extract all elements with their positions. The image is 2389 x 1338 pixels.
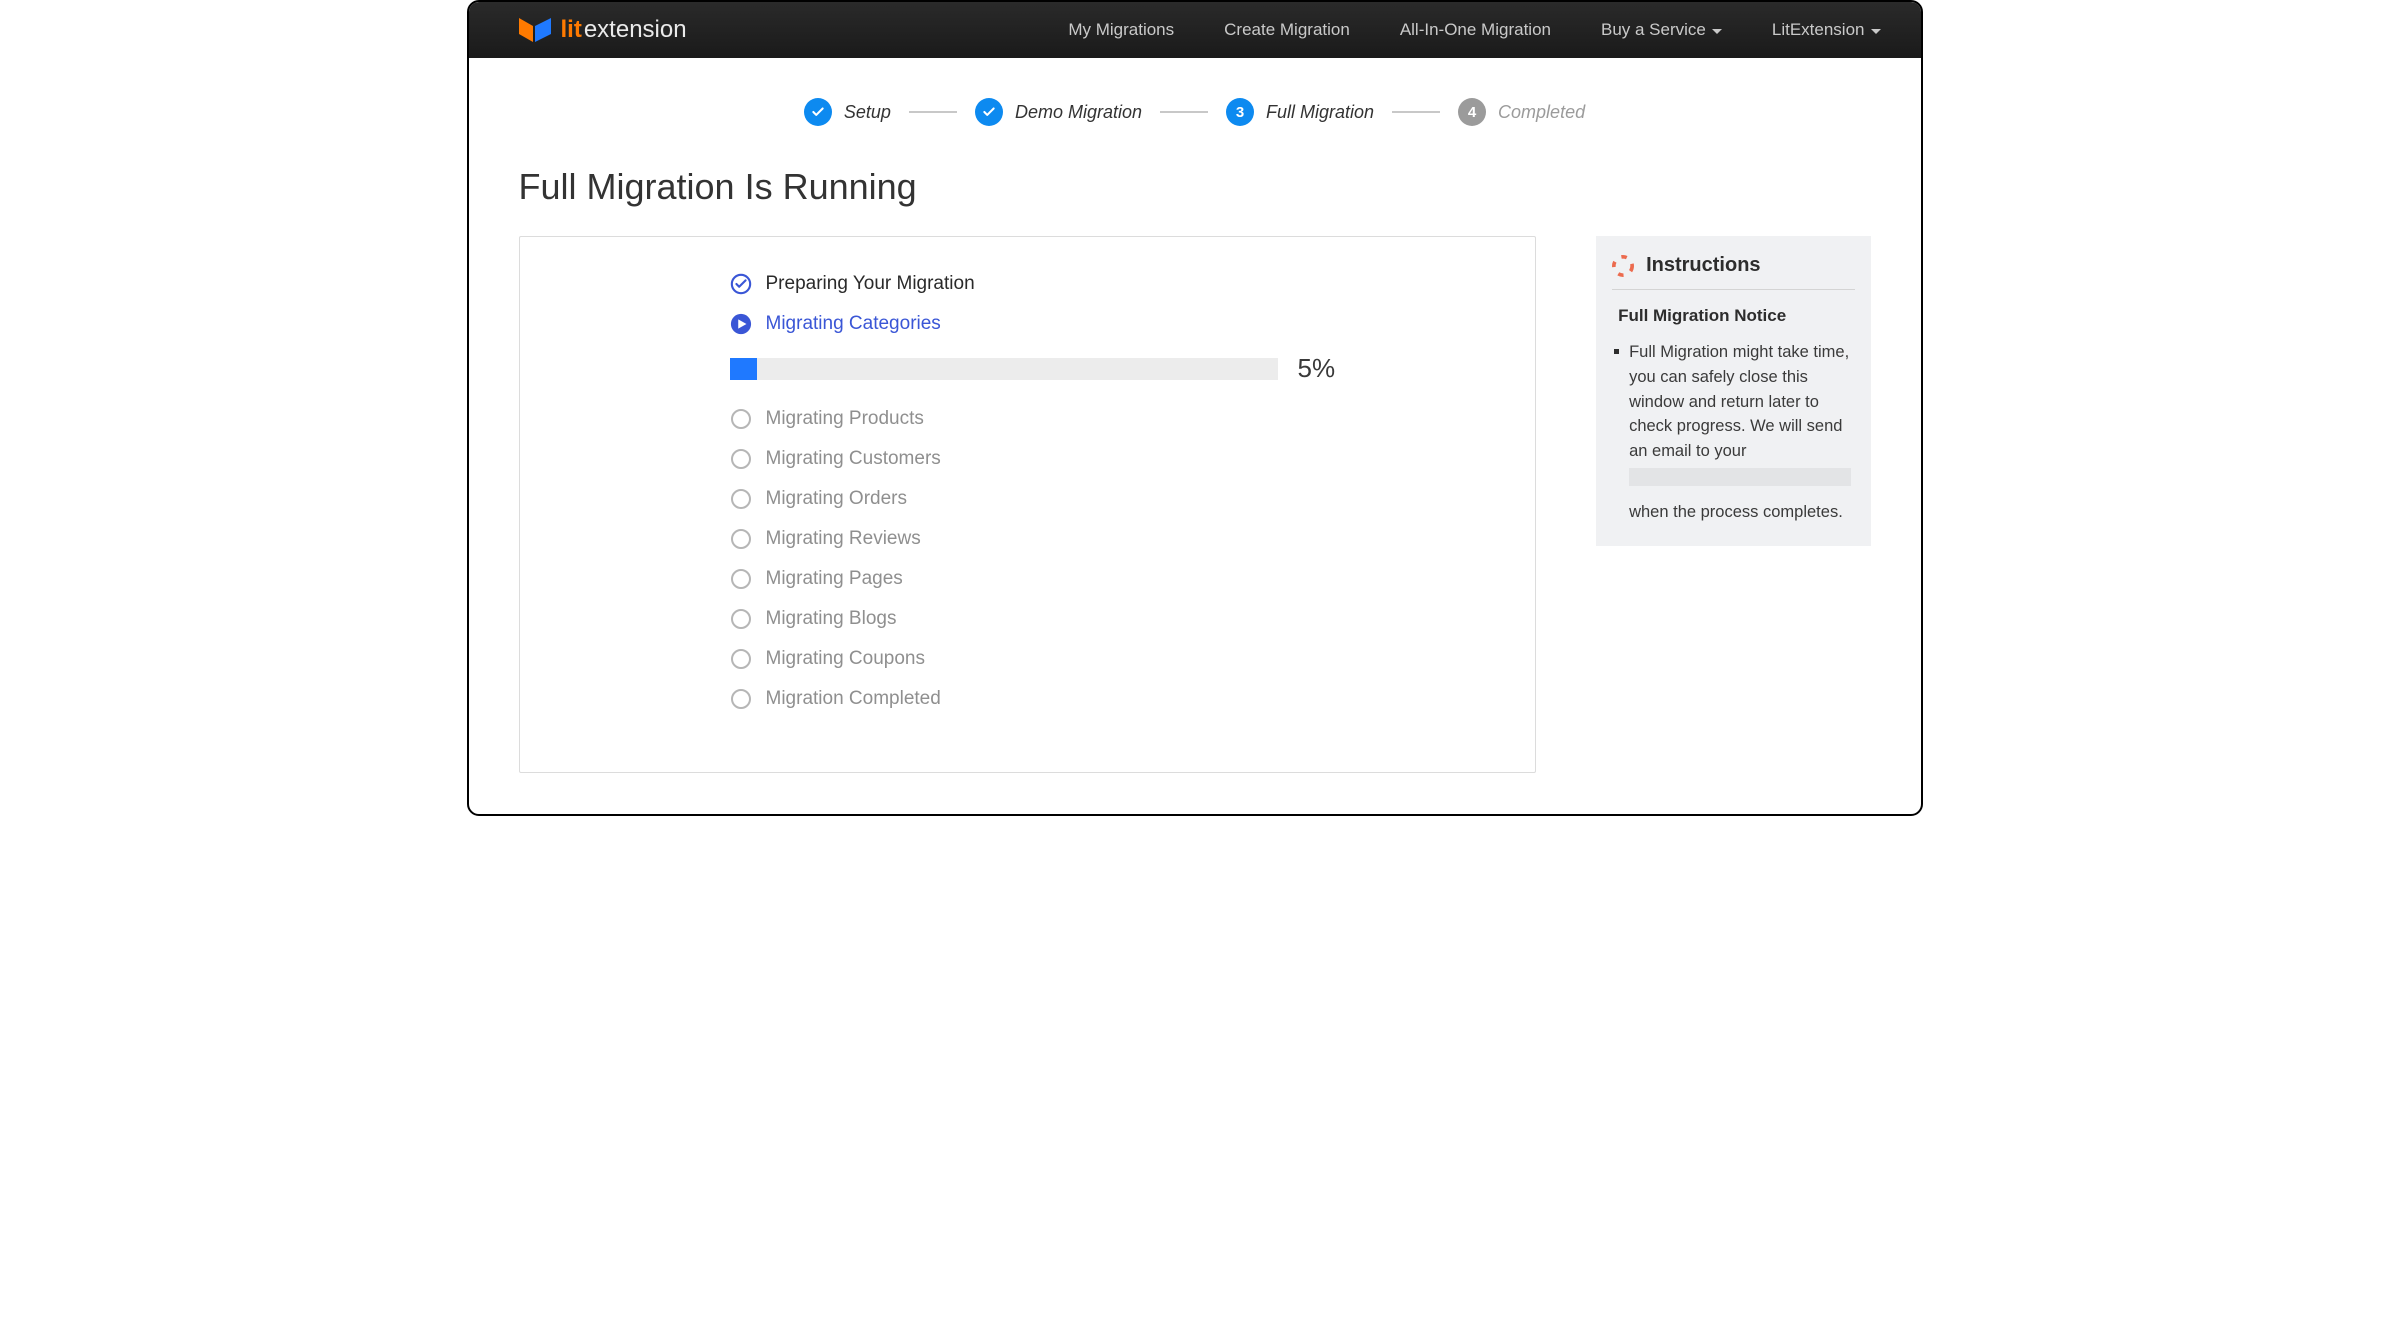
task-pages: Migrating Pages (730, 568, 1336, 590)
play-circle-icon (730, 313, 752, 335)
main-columns: Preparing Your Migration Migrating Categ… (519, 236, 1871, 773)
sidebar-title: Instructions (1646, 254, 1760, 277)
step-label: Full Migration (1266, 102, 1374, 123)
logo-text-lit: lit (561, 16, 582, 44)
nav-label: Create Migration (1224, 20, 1350, 40)
top-navbar: litextension My Migrations Create Migrat… (469, 2, 1921, 58)
check-icon (804, 98, 832, 126)
step-connector (909, 111, 957, 113)
notice-line-1: Full Migration might take time, you can … (1629, 343, 1849, 460)
nav-label: My Migrations (1068, 20, 1174, 40)
task-label: Migrating Categories (766, 313, 941, 335)
task-label: Migrating Coupons (766, 648, 925, 670)
primary-nav: My Migrations Create Migration All-In-On… (1068, 20, 1880, 40)
circle-empty-icon (730, 448, 752, 470)
nav-litextension[interactable]: LitExtension (1772, 20, 1881, 40)
task-label: Migrating Customers (766, 448, 941, 470)
nav-buy-service[interactable]: Buy a Service (1601, 20, 1722, 40)
chevron-down-icon (1871, 29, 1881, 34)
page-title: Full Migration Is Running (519, 166, 1871, 208)
step-number-icon: 3 (1226, 98, 1254, 126)
progress-fill (730, 358, 757, 380)
task-label: Migrating Pages (766, 568, 903, 590)
sidebar-header: Instructions (1612, 254, 1854, 290)
circle-empty-icon (730, 488, 752, 510)
step-full-migration[interactable]: 3 Full Migration (1226, 98, 1374, 126)
redacted-email (1629, 468, 1850, 486)
task-categories: Migrating Categories (730, 313, 1336, 335)
task-blogs: Migrating Blogs (730, 608, 1336, 630)
circle-empty-icon (730, 568, 752, 590)
task-completed: Migration Completed (730, 688, 1336, 710)
step-setup[interactable]: Setup (804, 98, 891, 126)
circle-empty-icon (730, 648, 752, 670)
step-label: Demo Migration (1015, 102, 1142, 123)
notice-item: Full Migration might take time, you can … (1612, 340, 1854, 524)
task-customers: Migrating Customers (730, 448, 1336, 470)
step-connector (1160, 111, 1208, 113)
migration-panel: Preparing Your Migration Migrating Categ… (519, 236, 1537, 773)
life-ring-icon (1612, 255, 1634, 277)
nav-my-migrations[interactable]: My Migrations (1068, 20, 1174, 40)
app-frame: litextension My Migrations Create Migrat… (467, 0, 1923, 816)
task-label: Migrating Products (766, 408, 924, 430)
brand-logo[interactable]: litextension (519, 16, 687, 44)
notice-title: Full Migration Notice (1618, 306, 1854, 326)
logo-icon (519, 16, 551, 44)
step-number-icon: 4 (1458, 98, 1486, 126)
check-circle-icon (730, 273, 752, 295)
step-demo-migration[interactable]: Demo Migration (975, 98, 1142, 126)
step-completed[interactable]: 4 Completed (1458, 98, 1585, 126)
task-label: Migration Completed (766, 688, 941, 710)
circle-empty-icon (730, 408, 752, 430)
task-label: Migrating Orders (766, 488, 908, 510)
task-products: Migrating Products (730, 408, 1336, 430)
logo-text-ext: extension (584, 16, 687, 44)
nav-label: Buy a Service (1601, 20, 1706, 40)
chevron-down-icon (1712, 29, 1722, 34)
progress-row: 5% (730, 353, 1336, 384)
progress-percent: 5% (1298, 353, 1336, 384)
page-content: Setup Demo Migration 3 Full Migration 4 … (469, 58, 1921, 773)
task-orders: Migrating Orders (730, 488, 1336, 510)
task-label: Preparing Your Migration (766, 273, 975, 295)
circle-empty-icon (730, 608, 752, 630)
nav-create-migration[interactable]: Create Migration (1224, 20, 1350, 40)
nav-all-in-one[interactable]: All-In-One Migration (1400, 20, 1551, 40)
step-label: Completed (1498, 102, 1585, 123)
task-coupons: Migrating Coupons (730, 648, 1336, 670)
step-label: Setup (844, 102, 891, 123)
task-reviews: Migrating Reviews (730, 528, 1336, 550)
circle-empty-icon (730, 528, 752, 550)
bullet-icon (1614, 349, 1619, 354)
step-connector (1392, 111, 1440, 113)
notice-text: Full Migration might take time, you can … (1629, 340, 1850, 524)
nav-label: LitExtension (1772, 20, 1865, 40)
instructions-sidebar: Instructions Full Migration Notice Full … (1596, 236, 1870, 546)
progress-bar (730, 358, 1278, 380)
check-icon (975, 98, 1003, 126)
task-label: Migrating Blogs (766, 608, 897, 630)
circle-empty-icon (730, 688, 752, 710)
progress-stepper: Setup Demo Migration 3 Full Migration 4 … (519, 98, 1871, 126)
notice-line-2: when the process completes. (1629, 503, 1843, 521)
task-label: Migrating Reviews (766, 528, 921, 550)
task-preparing: Preparing Your Migration (730, 273, 1336, 295)
nav-label: All-In-One Migration (1400, 20, 1551, 40)
